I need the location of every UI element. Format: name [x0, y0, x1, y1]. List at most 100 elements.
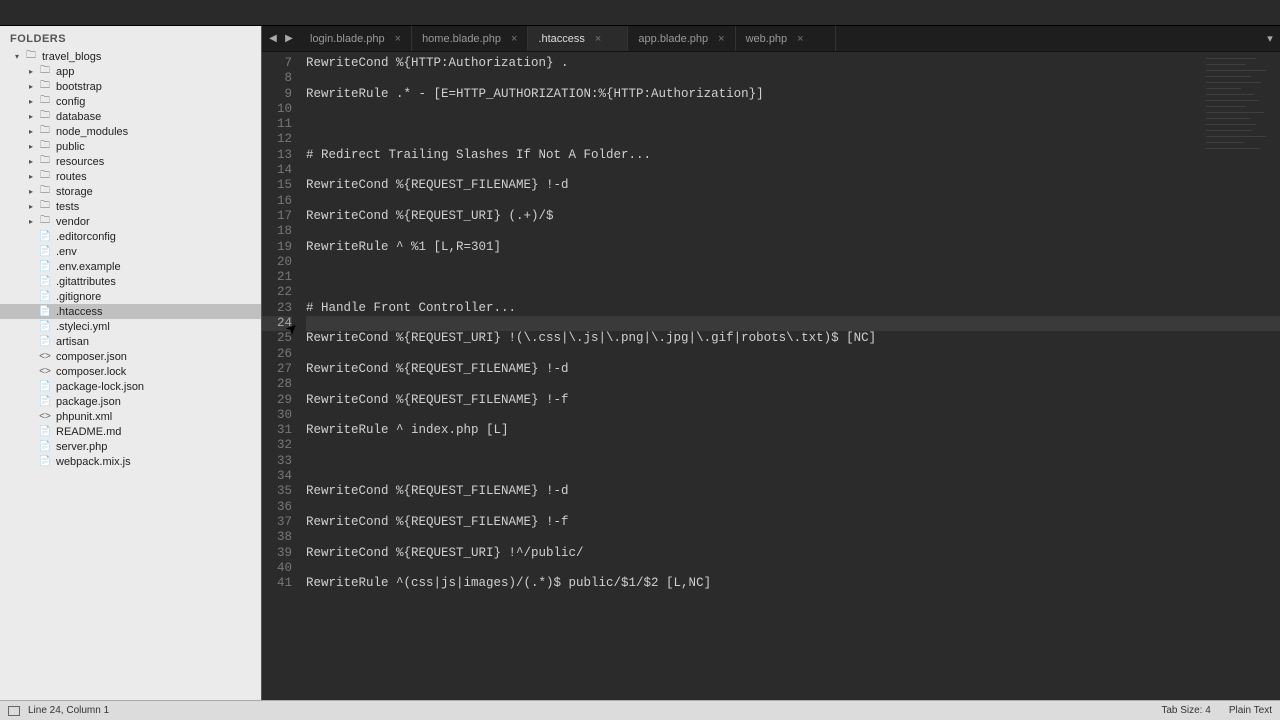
file-item-artisan[interactable]: 📄artisan [0, 334, 261, 349]
code-line[interactable] [306, 194, 1280, 209]
code-line[interactable] [306, 530, 1280, 545]
code-line[interactable] [306, 132, 1280, 147]
file-item-webpack-mix-js[interactable]: 📄webpack.mix.js [0, 454, 261, 469]
file-icon: <> [38, 411, 52, 422]
code-line[interactable]: RewriteCond %{REQUEST_FILENAME} !-f [306, 393, 1280, 408]
tree-item-label: app [56, 66, 74, 78]
code-line[interactable] [306, 561, 1280, 576]
code-line[interactable]: RewriteRule ^(css|js|images)/(.*)$ publi… [306, 576, 1280, 591]
file-item-package-json[interactable]: 📄package.json [0, 394, 261, 409]
code-line[interactable] [306, 270, 1280, 285]
code-line[interactable] [306, 102, 1280, 117]
file-item-server-php[interactable]: 📄server.php [0, 439, 261, 454]
status-panel-icon[interactable] [8, 706, 20, 716]
code-line[interactable] [306, 316, 1280, 331]
disclosure-icon[interactable]: ▸ [26, 157, 36, 167]
tab-close-icon[interactable]: × [797, 33, 803, 45]
file-item-package-lock-json[interactable]: 📄package-lock.json [0, 379, 261, 394]
file-item--gitignore[interactable]: 📄.gitignore [0, 289, 261, 304]
file-item--env-example[interactable]: 📄.env.example [0, 259, 261, 274]
code-line[interactable]: # Redirect Trailing Slashes If Not A Fol… [306, 148, 1280, 163]
file-item--styleci-yml[interactable]: 📄.styleci.yml [0, 319, 261, 334]
code-content[interactable]: RewriteCond %{HTTP:Authorization} . Rewri… [298, 52, 1280, 700]
folder-item-config[interactable]: ▸🗀config [0, 94, 261, 109]
folder-item-storage[interactable]: ▸🗀storage [0, 184, 261, 199]
file-item-readme-md[interactable]: 📄README.md [0, 424, 261, 439]
minimap[interactable] [1206, 56, 1276, 166]
code-line[interactable] [306, 408, 1280, 423]
folder-item-travel-blogs[interactable]: ▾🗀travel_blogs [0, 49, 261, 64]
folder-item-resources[interactable]: ▸🗀resources [0, 154, 261, 169]
code-line[interactable] [306, 469, 1280, 484]
tab-close-icon[interactable]: × [718, 33, 724, 45]
tab-app-blade-php[interactable]: app.blade.php× [628, 26, 735, 51]
folder-item-public[interactable]: ▸🗀public [0, 139, 261, 154]
folder-item-bootstrap[interactable]: ▸🗀bootstrap [0, 79, 261, 94]
folder-item-tests[interactable]: ▸🗀tests [0, 199, 261, 214]
file-item--editorconfig[interactable]: 📄.editorconfig [0, 229, 261, 244]
file-item-composer-lock[interactable]: <>composer.lock [0, 364, 261, 379]
code-line[interactable] [306, 71, 1280, 86]
folder-item-app[interactable]: ▸🗀app [0, 64, 261, 79]
code-line[interactable]: RewriteCond %{REQUEST_URI} !(\.css|\.js|… [306, 331, 1280, 346]
folder-item-node-modules[interactable]: ▸🗀node_modules [0, 124, 261, 139]
code-line[interactable]: RewriteCond %{REQUEST_URI} (.+)/$ [306, 209, 1280, 224]
code-line[interactable]: RewriteRule ^ %1 [L,R=301] [306, 240, 1280, 255]
disclosure-icon[interactable]: ▸ [26, 67, 36, 77]
file-item--gitattributes[interactable]: 📄.gitattributes [0, 274, 261, 289]
code-line[interactable] [306, 347, 1280, 362]
tab-close-icon[interactable]: × [395, 33, 401, 45]
disclosure-icon[interactable]: ▸ [26, 142, 36, 152]
tab--htaccess[interactable]: .htaccess× [528, 26, 628, 51]
tab-web-php[interactable]: web.php× [736, 26, 836, 51]
code-line[interactable]: RewriteCond %{REQUEST_FILENAME} !-d [306, 362, 1280, 377]
code-line[interactable] [306, 285, 1280, 300]
tab-home-blade-php[interactable]: home.blade.php× [412, 26, 528, 51]
code-line[interactable] [306, 255, 1280, 270]
folder-item-database[interactable]: ▸🗀database [0, 109, 261, 124]
disclosure-icon[interactable]: ▸ [26, 97, 36, 107]
folder-item-routes[interactable]: ▸🗀routes [0, 169, 261, 184]
line-number: 39 [262, 546, 292, 561]
tab-close-icon[interactable]: × [511, 33, 517, 45]
file-icon: 📄 [38, 306, 52, 317]
disclosure-icon[interactable]: ▸ [26, 127, 36, 137]
file-item--htaccess[interactable]: 📄.htaccess [0, 304, 261, 319]
tab-overflow-icon[interactable]: ▾ [1260, 26, 1280, 51]
code-line[interactable] [306, 224, 1280, 239]
code-line[interactable] [306, 438, 1280, 453]
code-line[interactable] [306, 454, 1280, 469]
status-syntax[interactable]: Plain Text [1229, 705, 1272, 716]
disclosure-icon[interactable]: ▸ [26, 112, 36, 122]
code-line[interactable] [306, 500, 1280, 515]
file-item-phpunit-xml[interactable]: <>phpunit.xml [0, 409, 261, 424]
disclosure-icon[interactable]: ▸ [26, 217, 36, 227]
tab-nav-back-icon[interactable]: ◀ [266, 33, 280, 44]
disclosure-icon[interactable]: ▸ [26, 82, 36, 92]
code-line[interactable] [306, 163, 1280, 178]
code-line[interactable]: RewriteCond %{REQUEST_FILENAME} !-f [306, 515, 1280, 530]
disclosure-icon[interactable]: ▸ [26, 187, 36, 197]
line-number: 25 [262, 331, 292, 346]
code-line[interactable] [306, 117, 1280, 132]
folder-item-vendor[interactable]: ▸🗀vendor [0, 214, 261, 229]
code-line[interactable]: RewriteRule .* - [E=HTTP_AUTHORIZATION:%… [306, 87, 1280, 102]
disclosure-icon[interactable]: ▸ [26, 172, 36, 182]
code-line[interactable]: RewriteCond %{REQUEST_FILENAME} !-d [306, 178, 1280, 193]
code-line[interactable]: RewriteCond %{REQUEST_FILENAME} !-d [306, 484, 1280, 499]
disclosure-icon [26, 292, 36, 302]
code-line[interactable]: # Handle Front Controller... [306, 301, 1280, 316]
tab-login-blade-php[interactable]: login.blade.php× [300, 26, 412, 51]
disclosure-icon[interactable]: ▾ [12, 52, 22, 62]
tab-close-icon[interactable]: × [595, 33, 601, 45]
code-line[interactable]: RewriteCond %{HTTP:Authorization} . [306, 56, 1280, 71]
tab-nav-forward-icon[interactable]: ▶ [282, 33, 296, 44]
code-line[interactable] [306, 377, 1280, 392]
file-item--env[interactable]: 📄.env [0, 244, 261, 259]
file-item-composer-json[interactable]: <>composer.json [0, 349, 261, 364]
code-line[interactable]: RewriteCond %{REQUEST_URI} !^/public/ [306, 546, 1280, 561]
status-tab-size[interactable]: Tab Size: 4 [1161, 705, 1210, 716]
code-line[interactable]: RewriteRule ^ index.php [L] [306, 423, 1280, 438]
disclosure-icon[interactable]: ▸ [26, 202, 36, 212]
editor-body[interactable]: 7891011121314151617181920212223242526272… [262, 52, 1280, 700]
